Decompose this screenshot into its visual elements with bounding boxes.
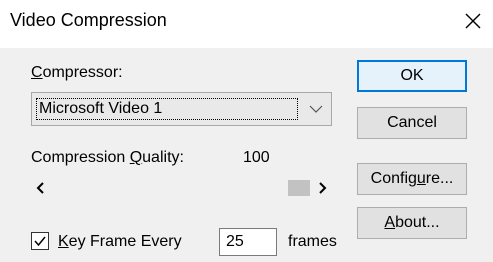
about-button[interactable]: About... [357,207,467,239]
key-frame-label: Key Frame Every [58,233,182,250]
frames-label: frames [288,233,337,250]
scrollbar-thumb[interactable] [288,180,310,196]
scroll-left-button[interactable] [31,178,51,198]
configure-button[interactable]: Config u re... [357,163,467,195]
compressor-select[interactable]: Microsoft Video 1 [31,92,332,126]
compression-quality-scrollbar[interactable] [31,178,332,198]
scroll-right-button[interactable] [312,178,332,198]
video-compression-dialog: Video Compression Compressor: Microsoft … [0,0,493,262]
compression-quality-value: 100 [243,149,270,166]
checkmark-icon [34,236,46,247]
cancel-button[interactable]: Cancel [357,107,467,139]
compressor-selected-value: Microsoft Video 1 [36,98,298,120]
chevron-left-icon [36,182,44,194]
close-icon[interactable] [456,4,490,38]
key-frame-checkbox[interactable] [31,232,49,250]
key-frame-interval-input[interactable] [219,228,277,256]
dialog-title: Video Compression [10,10,167,30]
compression-quality-label: Compression Quality: [31,149,184,166]
chevron-right-icon [319,182,327,194]
compressor-label: Compressor: [31,64,123,81]
chevron-down-icon [309,105,323,113]
ok-button[interactable]: OK [357,60,467,92]
